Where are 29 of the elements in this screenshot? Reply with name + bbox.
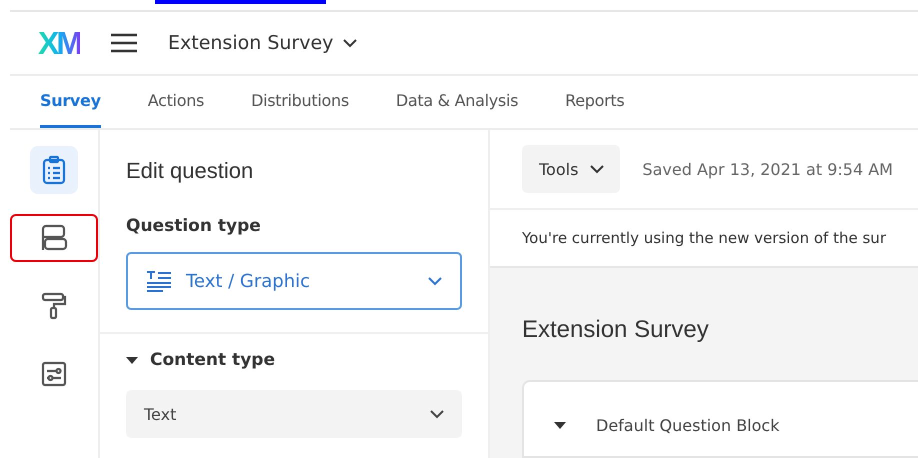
rail-button[interactable] — [30, 146, 78, 194]
menu-button[interactable] — [110, 33, 138, 53]
project-dropdown[interactable]: Extension Survey — [168, 32, 358, 54]
nav-tab[interactable]: Distributions — [251, 76, 349, 128]
chevron-down-icon — [590, 164, 604, 174]
notice-text: You're currently using the new version of the sur — [522, 229, 886, 247]
nav-tab[interactable]: Reports — [565, 76, 624, 128]
nav-tab[interactable]: Actions — [148, 76, 204, 128]
nav-tab[interactable]: Survey — [40, 76, 101, 128]
menu-icon — [110, 33, 138, 53]
blocks-icon — [40, 224, 68, 252]
chevron-down-icon — [343, 38, 358, 48]
rail-button[interactable] — [10, 214, 98, 262]
chevron-down-icon — [430, 410, 444, 418]
panel-title: Edit question — [126, 158, 254, 184]
paint-roller-icon — [41, 292, 67, 320]
section-toggle[interactable]: Content type — [126, 350, 462, 370]
chevron-down-icon — [428, 276, 442, 286]
save-status: Saved Apr 13, 2021 at 9:54 AM — [642, 160, 893, 178]
survey-title: Extension Survey — [522, 316, 710, 344]
field-label: Question type — [126, 216, 262, 236]
nav-tab[interactable]: Data & Analysis — [396, 76, 518, 128]
clipboard-icon — [42, 155, 66, 185]
tools-button[interactable]: Tools — [522, 145, 620, 193]
text-lines-icon — [146, 270, 172, 292]
sliders-icon — [41, 361, 67, 387]
question-type-select[interactable]: Text / Graphic — [126, 252, 462, 310]
block-toggle[interactable]: Default Question Block — [554, 416, 780, 435]
content-type-select[interactable]: Text — [126, 390, 462, 438]
